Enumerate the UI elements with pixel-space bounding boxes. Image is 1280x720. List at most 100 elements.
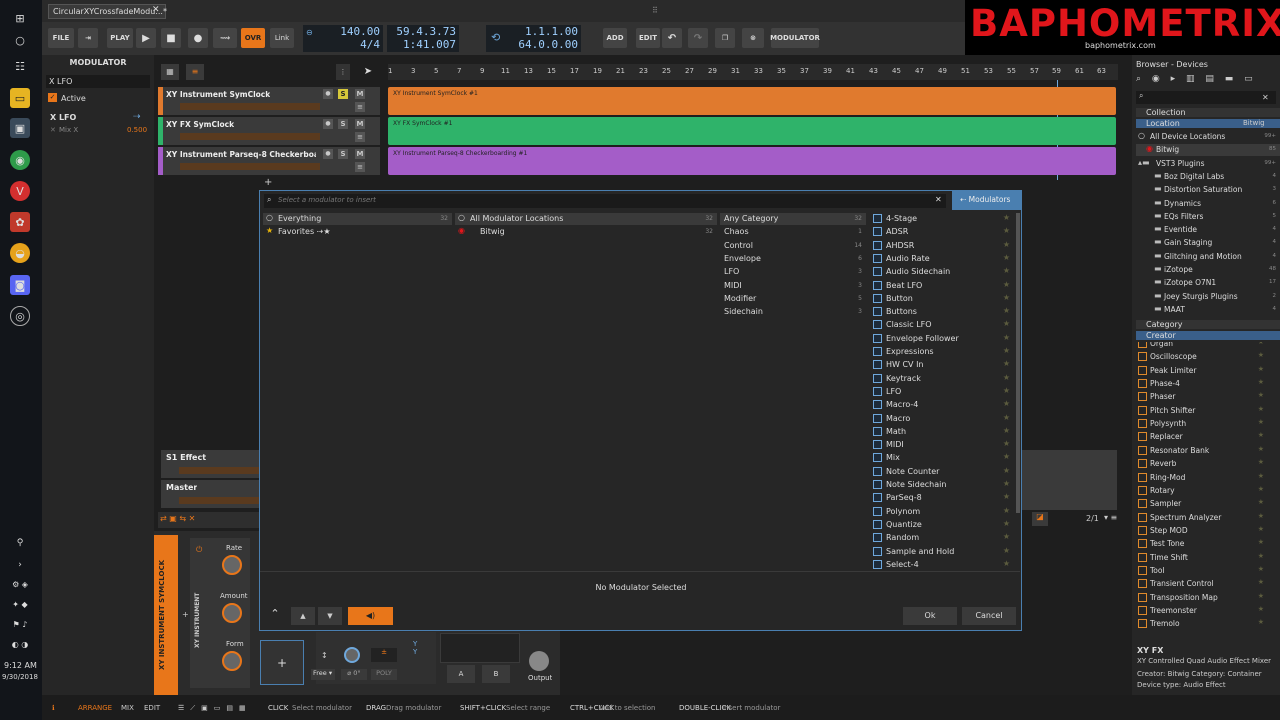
location-row[interactable]: ○ All Device Locations 99+: [1136, 131, 1280, 143]
modulator-row[interactable]: Select-4 ★: [869, 559, 1016, 571]
modulator-row[interactable]: ADSR ★: [869, 226, 1016, 238]
category-row[interactable]: Control 14: [720, 240, 866, 252]
clock-time[interactable]: 9:12 AM: [4, 661, 37, 670]
rate-knob[interactable]: [222, 555, 242, 575]
favorite-star-icon[interactable]: ★: [1258, 405, 1264, 413]
effect-track-header[interactable]: S1 Effect: [161, 450, 259, 478]
favorite-star-icon[interactable]: ★: [1003, 293, 1010, 302]
discord-icon[interactable]: ◙: [10, 275, 30, 295]
mute-button[interactable]: M: [355, 119, 365, 129]
tray-icons-3[interactable]: ⚑ ♪: [10, 614, 30, 634]
favorite-star-icon[interactable]: ★: [1003, 439, 1010, 448]
modulation-link-icon[interactable]: ⇢: [133, 112, 141, 122]
favorite-star-icon[interactable]: ★: [1258, 605, 1264, 613]
location-row[interactable]: ▬ EQs Filters 5: [1136, 211, 1280, 223]
favorite-star-icon[interactable]: ★: [1003, 253, 1010, 262]
poly-toggle[interactable]: POLY: [371, 669, 397, 680]
arranger-tools[interactable]: ⇄ ▣ ⇆ ✕: [158, 512, 260, 528]
mute-button[interactable]: M: [355, 89, 365, 99]
favorite-star-icon[interactable]: ★: [1258, 565, 1264, 573]
page-menu-icon[interactable]: ▾ ≡: [1104, 513, 1117, 522]
favorite-star-icon[interactable]: ★: [1003, 266, 1010, 275]
location-row[interactable]: ▬ iZotope 48: [1136, 264, 1280, 276]
track-header[interactable]: XY FX SymClock ● S M ≡: [158, 117, 380, 145]
favorite-star-icon[interactable]: ★: [1003, 333, 1010, 342]
modulator-row[interactable]: Beat LFO ★: [869, 280, 1016, 292]
add-device-icon[interactable]: +: [182, 610, 189, 619]
modulator-row[interactable]: Polynom ★: [869, 506, 1016, 518]
device-row[interactable]: Treemonster ★: [1136, 605, 1280, 617]
modulator-name-field[interactable]: X LFO: [46, 75, 150, 88]
location-row[interactable]: ○ All Modulator Locations 32: [455, 213, 717, 225]
redo-icon[interactable]: ↷: [688, 28, 708, 48]
favorite-star-icon[interactable]: ★: [1258, 525, 1264, 533]
forward-icon[interactable]: ⇥: [78, 28, 98, 48]
next-icon[interactable]: ▼: [318, 607, 342, 625]
device-row[interactable]: Transposition Map ★: [1136, 592, 1280, 604]
favorite-star-icon[interactable]: ★: [1003, 532, 1010, 541]
favorite-star-icon[interactable]: ★: [1258, 512, 1264, 520]
people-icon[interactable]: ⚲: [10, 533, 30, 553]
pointer-tool-icon[interactable]: ➤: [358, 64, 378, 80]
phase-field[interactable]: ⌀ 0°: [341, 669, 367, 680]
device-row[interactable]: Resonator Bank ★: [1136, 445, 1280, 457]
solo-button[interactable]: S: [338, 89, 348, 99]
solo-button[interactable]: S: [338, 119, 348, 129]
file-explorer-icon[interactable]: ▭: [10, 88, 30, 108]
track-menu-icon[interactable]: ≡: [355, 162, 365, 172]
device-row[interactable]: Phase-4 ★: [1136, 378, 1280, 390]
volume-icon[interactable]: ◐ ◑: [10, 634, 30, 654]
category-row[interactable]: MIDI 3: [720, 280, 866, 292]
modulator-row[interactable]: Classic LFO ★: [869, 319, 1016, 331]
favorite-star-icon[interactable]: ★: [1258, 431, 1264, 439]
device-row[interactable]: Phaser ★: [1136, 391, 1280, 403]
collapse-icon[interactable]: ⌃: [264, 607, 286, 625]
device-row[interactable]: Tremolo ★: [1136, 618, 1280, 630]
favorite-star-icon[interactable]: ★: [1003, 319, 1010, 328]
track-list-icon[interactable]: ▦: [161, 64, 179, 80]
cancel-icon[interactable]: ⊗: [742, 28, 764, 48]
category-row[interactable]: Envelope 6: [720, 253, 866, 265]
obs-icon[interactable]: ◎: [10, 306, 30, 326]
modulation-amount[interactable]: 0.500: [127, 126, 147, 134]
location-row[interactable]: ▬ Dynamics 6: [1136, 198, 1280, 210]
modulator-row[interactable]: 4-Stage ★: [869, 213, 1016, 225]
modulator-row[interactable]: Envelope Follower ★: [869, 333, 1016, 345]
close-tab-icon[interactable]: ✕: [152, 5, 164, 17]
collection-row[interactable]: ★ Favorites ⇢★: [263, 226, 452, 238]
location-row[interactable]: ▴▬ VST3 Plugins 99+: [1136, 158, 1280, 170]
location-row[interactable]: ▬ Boz Digital Labs 4: [1136, 171, 1280, 183]
info-icon[interactable]: ℹ: [52, 704, 55, 712]
device-row[interactable]: Reverb ★: [1136, 458, 1280, 470]
clip[interactable]: XY Instrument SymClock #1: [388, 87, 1116, 115]
category-section[interactable]: Category: [1136, 320, 1280, 329]
device-row[interactable]: Oscilloscope ★: [1136, 351, 1280, 363]
modulator-button[interactable]: MODULATOR: [770, 28, 820, 48]
device-row[interactable]: Tool ★: [1136, 565, 1280, 577]
tray-icons[interactable]: ⚙ ◈: [10, 574, 30, 594]
a-slot[interactable]: A: [447, 665, 475, 683]
amount-knob[interactable]: [222, 603, 242, 623]
windows-start-icon[interactable]: ⊞: [10, 8, 30, 28]
mute-button[interactable]: M: [355, 149, 365, 159]
favorite-star-icon[interactable]: ★: [1258, 365, 1264, 373]
track-menu-icon[interactable]: ≡: [355, 132, 365, 142]
favorite-star-icon[interactable]: ★: [1003, 386, 1010, 395]
favorite-star-icon[interactable]: ★: [1258, 391, 1264, 399]
favorite-star-icon[interactable]: ★: [1258, 578, 1264, 586]
clip-view-icon[interactable]: ≡: [186, 64, 204, 80]
favorite-star-icon[interactable]: ★: [1258, 458, 1264, 466]
modulator-row[interactable]: Random ★: [869, 532, 1016, 544]
modulator-row[interactable]: Mix ★: [869, 452, 1016, 464]
monitor-icon[interactable]: ▣: [10, 118, 30, 138]
collection-row[interactable]: ○ Everything 32: [263, 213, 452, 225]
record-arm-icon[interactable]: ●: [323, 89, 333, 99]
favorite-star-icon[interactable]: ★: [1003, 546, 1010, 555]
category-row[interactable]: LFO 3: [720, 266, 866, 278]
grid-menu-icon[interactable]: ⠿: [652, 6, 668, 16]
form-knob[interactable]: [222, 651, 242, 671]
record-arm-icon[interactable]: ●: [323, 119, 333, 129]
device-row[interactable]: Test Tone ★: [1136, 538, 1280, 550]
lfo-knob[interactable]: [344, 647, 360, 663]
vivaldi-icon[interactable]: V: [10, 181, 30, 201]
